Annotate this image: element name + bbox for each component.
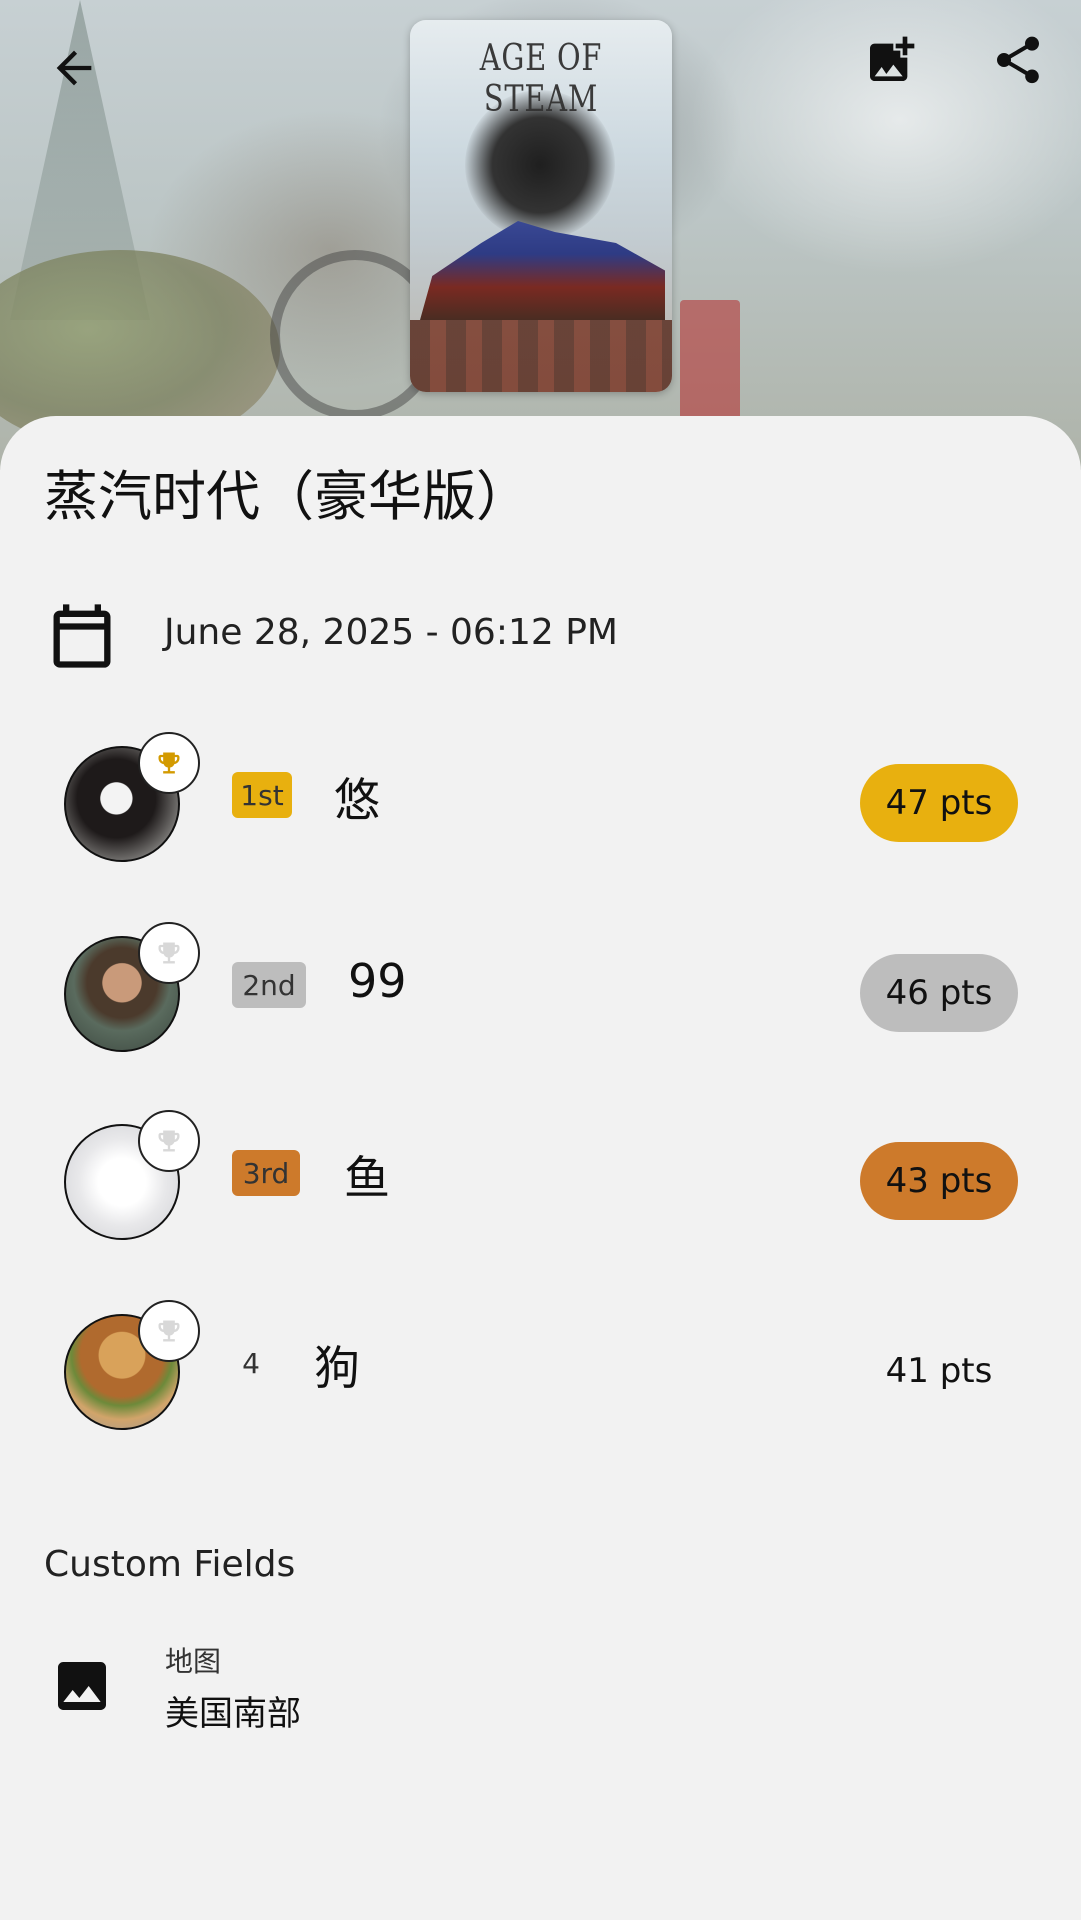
share-button[interactable] [982, 24, 1054, 96]
trophy-icon [158, 1320, 180, 1342]
trophy-badge [138, 1300, 200, 1362]
custom-field-label: 地图 [165, 1645, 222, 1678]
arrow-left-icon [56, 50, 92, 86]
cover-bridge [410, 320, 672, 392]
custom-fields-title: Custom Fields [44, 1544, 296, 1585]
trophy-badge [138, 922, 200, 984]
player-points: 46 pts [860, 954, 1018, 1032]
player-name: 悠 [334, 773, 380, 827]
background-train-car [680, 300, 740, 420]
player-name: 鱼 [344, 1151, 390, 1205]
custom-field-value: 美国南部 [165, 1694, 301, 1734]
player-row[interactable]: 2nd 99 46 pts [0, 922, 1081, 1066]
trophy-icon [158, 942, 180, 964]
trophy-icon [158, 752, 180, 774]
rank-badge: 2nd [232, 962, 306, 1008]
add-photo-icon [870, 36, 915, 81]
back-button[interactable] [38, 32, 110, 104]
game-cover-image[interactable]: AGE OF STEAM [410, 20, 672, 392]
trophy-badge [138, 1110, 200, 1172]
player-row[interactable]: 4 狗 41 pts [0, 1300, 1081, 1444]
player-row[interactable]: 3rd 鱼 43 pts [0, 1110, 1081, 1254]
game-date: June 28, 2025 - 06:12 PM [164, 612, 618, 653]
player-name: 狗 [314, 1341, 360, 1395]
add-photo-button[interactable] [855, 24, 927, 96]
player-points: 43 pts [860, 1142, 1018, 1220]
trophy-badge [138, 732, 200, 794]
player-points: 47 pts [860, 764, 1018, 842]
rank-badge: 3rd [232, 1150, 300, 1196]
rank-badge: 4 [242, 1346, 260, 1380]
game-title: 蒸汽时代（豪华版） [44, 465, 530, 528]
share-icon [997, 36, 1039, 84]
rank-badge: 1st [232, 772, 292, 818]
calendar-icon [53, 604, 111, 668]
player-points: 41 pts [885, 1351, 993, 1391]
cover-smoke [465, 90, 615, 240]
player-name: 99 [348, 954, 407, 1008]
player-row[interactable]: 1st 悠 47 pts [0, 732, 1081, 876]
trophy-icon [158, 1130, 180, 1152]
image-icon [50, 1654, 114, 1722]
